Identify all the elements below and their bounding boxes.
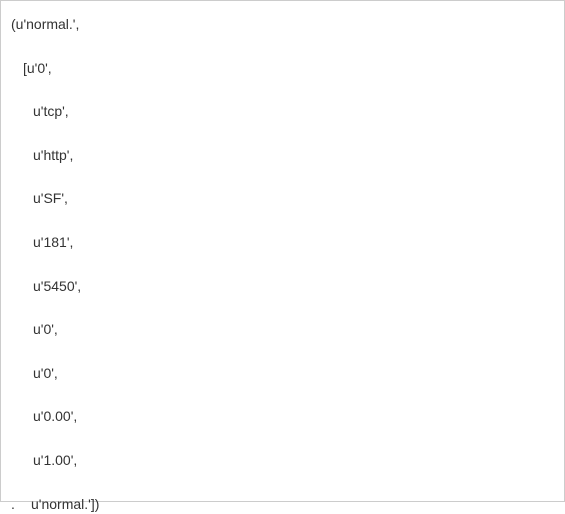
output-line: .u'normal.']) (11, 495, 554, 514)
output-line: u'0', (11, 364, 554, 384)
output-box: (u'normal.', [u'0', u'tcp', u'http', u'S… (0, 0, 565, 502)
output-line: u'0.00', (11, 407, 554, 427)
output-line-text: u'normal.']) (31, 496, 99, 512)
output-line: u'1.00', (11, 451, 554, 471)
output-line: [u'0', (11, 59, 554, 79)
output-line: u'http', (11, 146, 554, 166)
output-line: u'SF', (11, 189, 554, 209)
ellipsis-dot: . (11, 495, 31, 514)
output-line: u'0', (11, 320, 554, 340)
output-line: u'tcp', (11, 102, 554, 122)
output-line: u'181', (11, 233, 554, 253)
output-line: (u'normal.', (11, 15, 554, 35)
output-line: u'5450', (11, 277, 554, 297)
